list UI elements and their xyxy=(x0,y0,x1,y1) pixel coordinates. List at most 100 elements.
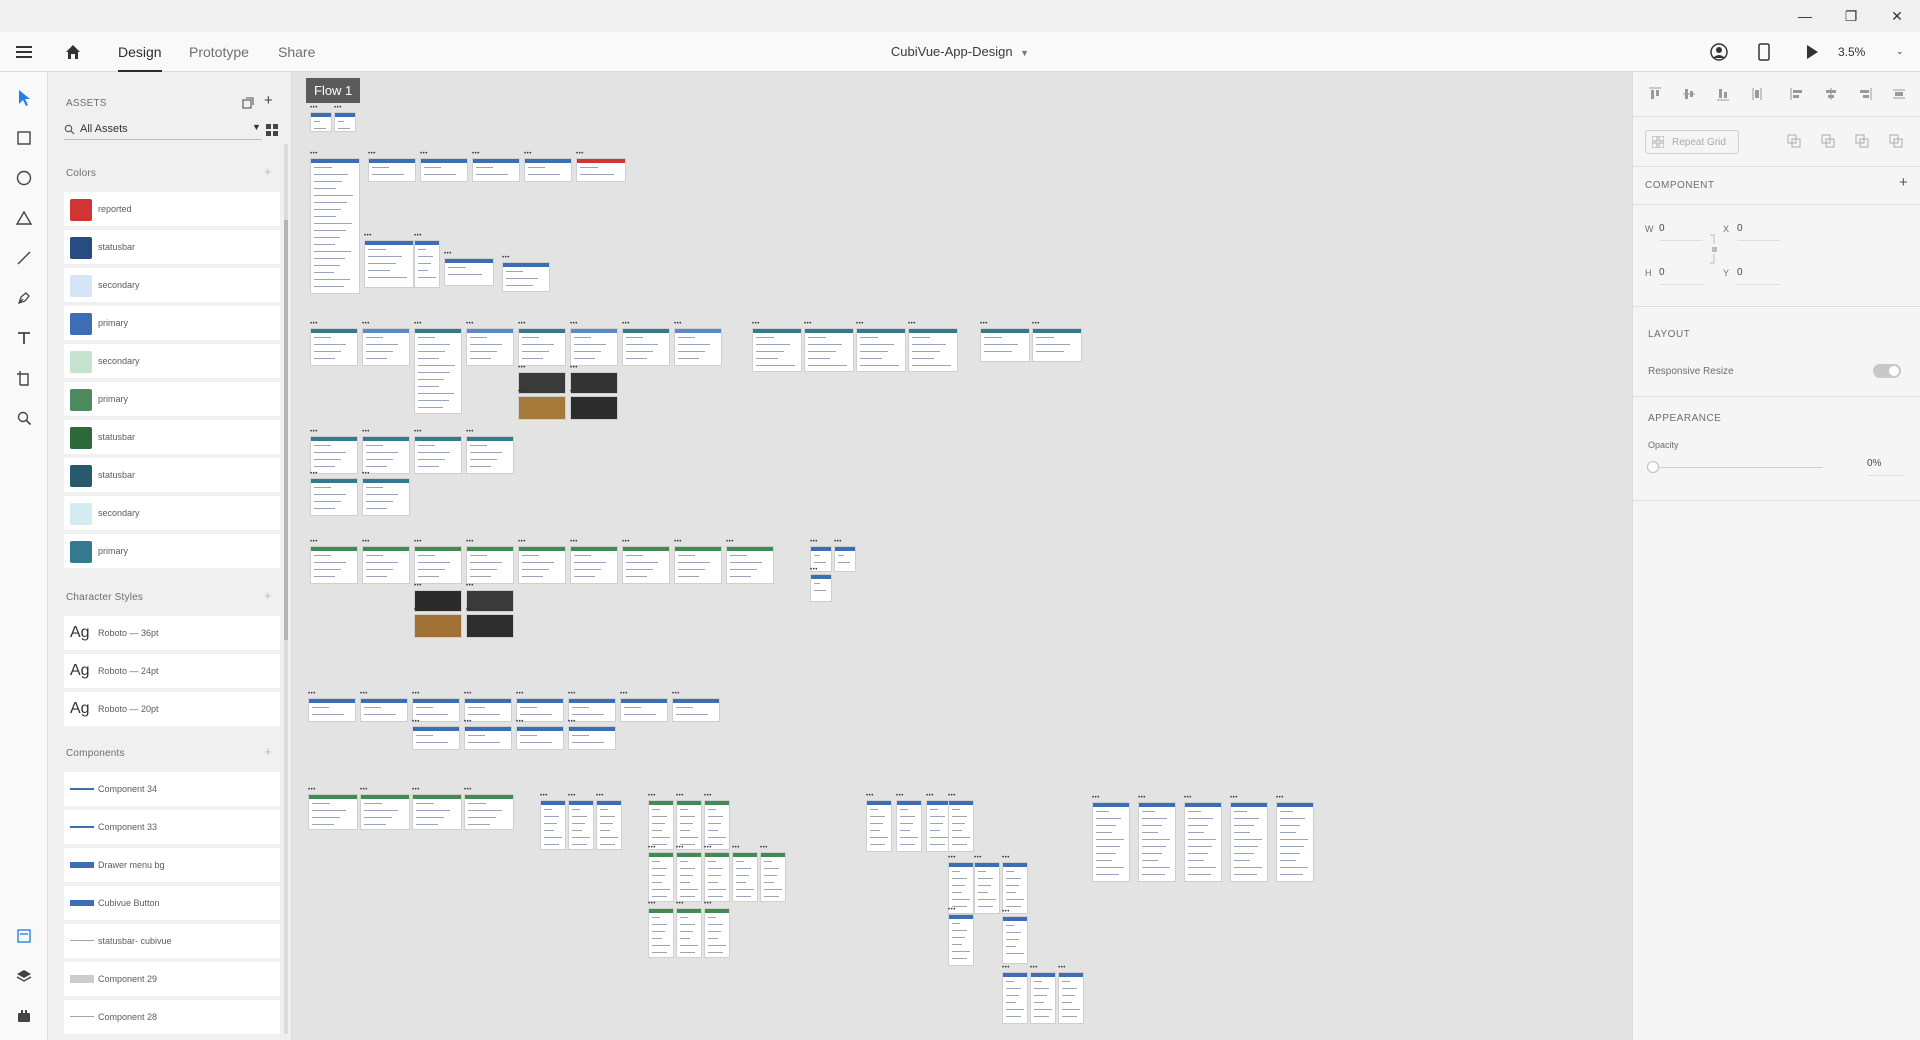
artboard-title[interactable]: ••• xyxy=(810,539,818,545)
artboard-thumbnail[interactable] xyxy=(310,158,360,294)
artboard-title[interactable]: ••• xyxy=(1276,795,1284,801)
zoom-chevron-icon[interactable]: ⌄ xyxy=(1896,46,1904,57)
artboard-thumbnail[interactable] xyxy=(444,258,494,286)
artboard-thumbnail[interactable] xyxy=(804,328,854,372)
artboard-title[interactable]: ••• xyxy=(570,321,578,327)
artboard-thumbnail[interactable] xyxy=(726,546,774,584)
artboard-thumbnail[interactable] xyxy=(596,800,622,850)
artboard-thumbnail[interactable] xyxy=(704,908,730,958)
artboard-title[interactable]: ••• xyxy=(308,691,316,697)
artboard-thumbnail[interactable] xyxy=(648,852,674,902)
artboard-thumbnail[interactable] xyxy=(518,396,566,420)
artboard-title[interactable]: ••• xyxy=(648,845,656,851)
artboard-thumbnail[interactable] xyxy=(310,546,358,584)
artboard-thumbnail[interactable] xyxy=(704,852,730,902)
flow-label[interactable]: Flow 1 xyxy=(306,78,361,103)
add-component-icon[interactable]: + xyxy=(264,744,272,759)
artboard-title[interactable]: ••• xyxy=(518,321,526,327)
text-tool-icon[interactable] xyxy=(12,326,36,350)
layers-icon[interactable] xyxy=(12,964,36,988)
artboard-thumbnail[interactable] xyxy=(308,698,356,722)
plugins-icon[interactable] xyxy=(12,1004,36,1028)
artboard-thumbnail[interactable] xyxy=(310,478,358,516)
artboard-title[interactable]: ••• xyxy=(676,901,684,907)
artboard-thumbnail[interactable] xyxy=(570,546,618,584)
artboard-thumbnail[interactable] xyxy=(834,546,856,572)
artboard-title[interactable]: ••• xyxy=(1030,965,1038,971)
artboard-title[interactable]: ••• xyxy=(368,151,376,157)
artboard-thumbnail[interactable] xyxy=(1058,972,1084,1024)
artboard-thumbnail[interactable] xyxy=(310,328,358,366)
artboard-thumbnail[interactable] xyxy=(362,436,410,474)
artboard-thumbnail[interactable] xyxy=(420,158,468,182)
artboard-thumbnail[interactable] xyxy=(674,328,722,366)
minimize-button[interactable]: — xyxy=(1782,0,1828,32)
component-item[interactable]: Drawer menu bg xyxy=(64,848,280,882)
artboard-thumbnail[interactable] xyxy=(362,328,410,366)
component-item[interactable]: Component 29 xyxy=(64,962,280,996)
artboard-thumbnail[interactable] xyxy=(360,698,408,722)
artboard-thumbnail[interactable] xyxy=(414,546,462,584)
artboard-thumbnail[interactable] xyxy=(472,158,520,182)
artboard-title[interactable]: ••• xyxy=(622,321,630,327)
home-icon[interactable] xyxy=(64,43,82,61)
artboard-title[interactable]: ••• xyxy=(732,845,740,851)
artboard-title[interactable]: ••• xyxy=(518,539,526,545)
rectangle-tool-icon[interactable] xyxy=(12,126,36,150)
artboard-title[interactable]: ••• xyxy=(568,793,576,799)
link-library-icon[interactable] xyxy=(242,96,254,109)
artboard-title[interactable]: ••• xyxy=(516,691,524,697)
artboard-title[interactable]: ••• xyxy=(980,321,988,327)
color-asset-item[interactable]: secondary xyxy=(64,268,280,302)
artboard-thumbnail[interactable] xyxy=(568,800,594,850)
align-bottom-icon[interactable] xyxy=(1715,86,1731,102)
distribute-vertical-icon[interactable] xyxy=(1749,86,1765,102)
artboard-title[interactable]: ••• xyxy=(414,321,422,327)
artboard-thumbnail[interactable] xyxy=(974,862,1000,914)
lock-aspect-icon[interactable] xyxy=(1709,234,1719,264)
assets-panel-icon[interactable] xyxy=(12,924,36,948)
artboard-thumbnail[interactable] xyxy=(948,914,974,966)
artboard-thumbnail[interactable] xyxy=(518,328,566,366)
artboard-title[interactable]: ••• xyxy=(466,321,474,327)
artboard-title[interactable]: ••• xyxy=(570,389,578,395)
artboard-thumbnail[interactable] xyxy=(622,328,670,366)
responsive-resize-toggle[interactable] xyxy=(1873,364,1901,378)
artboard-title[interactable]: ••• xyxy=(648,793,656,799)
select-tool-icon[interactable] xyxy=(12,86,36,110)
artboard-thumbnail[interactable] xyxy=(568,726,616,750)
artboard-thumbnail[interactable] xyxy=(576,158,626,182)
artboard-title[interactable]: ••• xyxy=(948,793,956,799)
component-item[interactable]: Cubivue Button xyxy=(64,886,280,920)
artboard-thumbnail[interactable] xyxy=(540,800,566,850)
artboard-title[interactable]: ••• xyxy=(502,255,510,261)
component-item[interactable]: Component 34 xyxy=(64,772,280,806)
align-right-icon[interactable] xyxy=(1857,86,1873,102)
line-tool-icon[interactable] xyxy=(12,246,36,270)
component-item[interactable]: Component 33 xyxy=(64,810,280,844)
artboard-title[interactable]: ••• xyxy=(414,583,422,589)
color-asset-item[interactable]: statusbar xyxy=(64,458,280,492)
artboard-thumbnail[interactable] xyxy=(464,794,514,830)
artboard-title[interactable]: ••• xyxy=(672,691,680,697)
artboard-title[interactable]: ••• xyxy=(622,539,630,545)
assets-scrollbar[interactable] xyxy=(284,144,288,1034)
artboard-title[interactable]: ••• xyxy=(1230,795,1238,801)
polygon-tool-icon[interactable] xyxy=(12,206,36,230)
artboard-title[interactable]: ••• xyxy=(412,691,420,697)
artboard-thumbnail[interactable] xyxy=(362,478,410,516)
artboard-title[interactable]: ••• xyxy=(1184,795,1192,801)
component-item[interactable]: Component 28 xyxy=(64,1000,280,1034)
boolean-add-icon[interactable] xyxy=(1787,134,1801,148)
close-button[interactable]: ✕ xyxy=(1874,0,1920,32)
artboard-title[interactable]: ••• xyxy=(926,793,934,799)
artboard-title[interactable]: ••• xyxy=(310,539,318,545)
artboard-thumbnail[interactable] xyxy=(622,546,670,584)
artboard-tool-icon[interactable] xyxy=(12,366,36,390)
artboard-title[interactable]: ••• xyxy=(464,787,472,793)
artboard-thumbnail[interactable] xyxy=(362,546,410,584)
artboard-title[interactable]: ••• xyxy=(420,151,428,157)
artboard-thumbnail[interactable] xyxy=(674,546,722,584)
color-asset-item[interactable]: primary xyxy=(64,306,280,340)
component-item[interactable]: statusbar- cubivue xyxy=(64,924,280,958)
